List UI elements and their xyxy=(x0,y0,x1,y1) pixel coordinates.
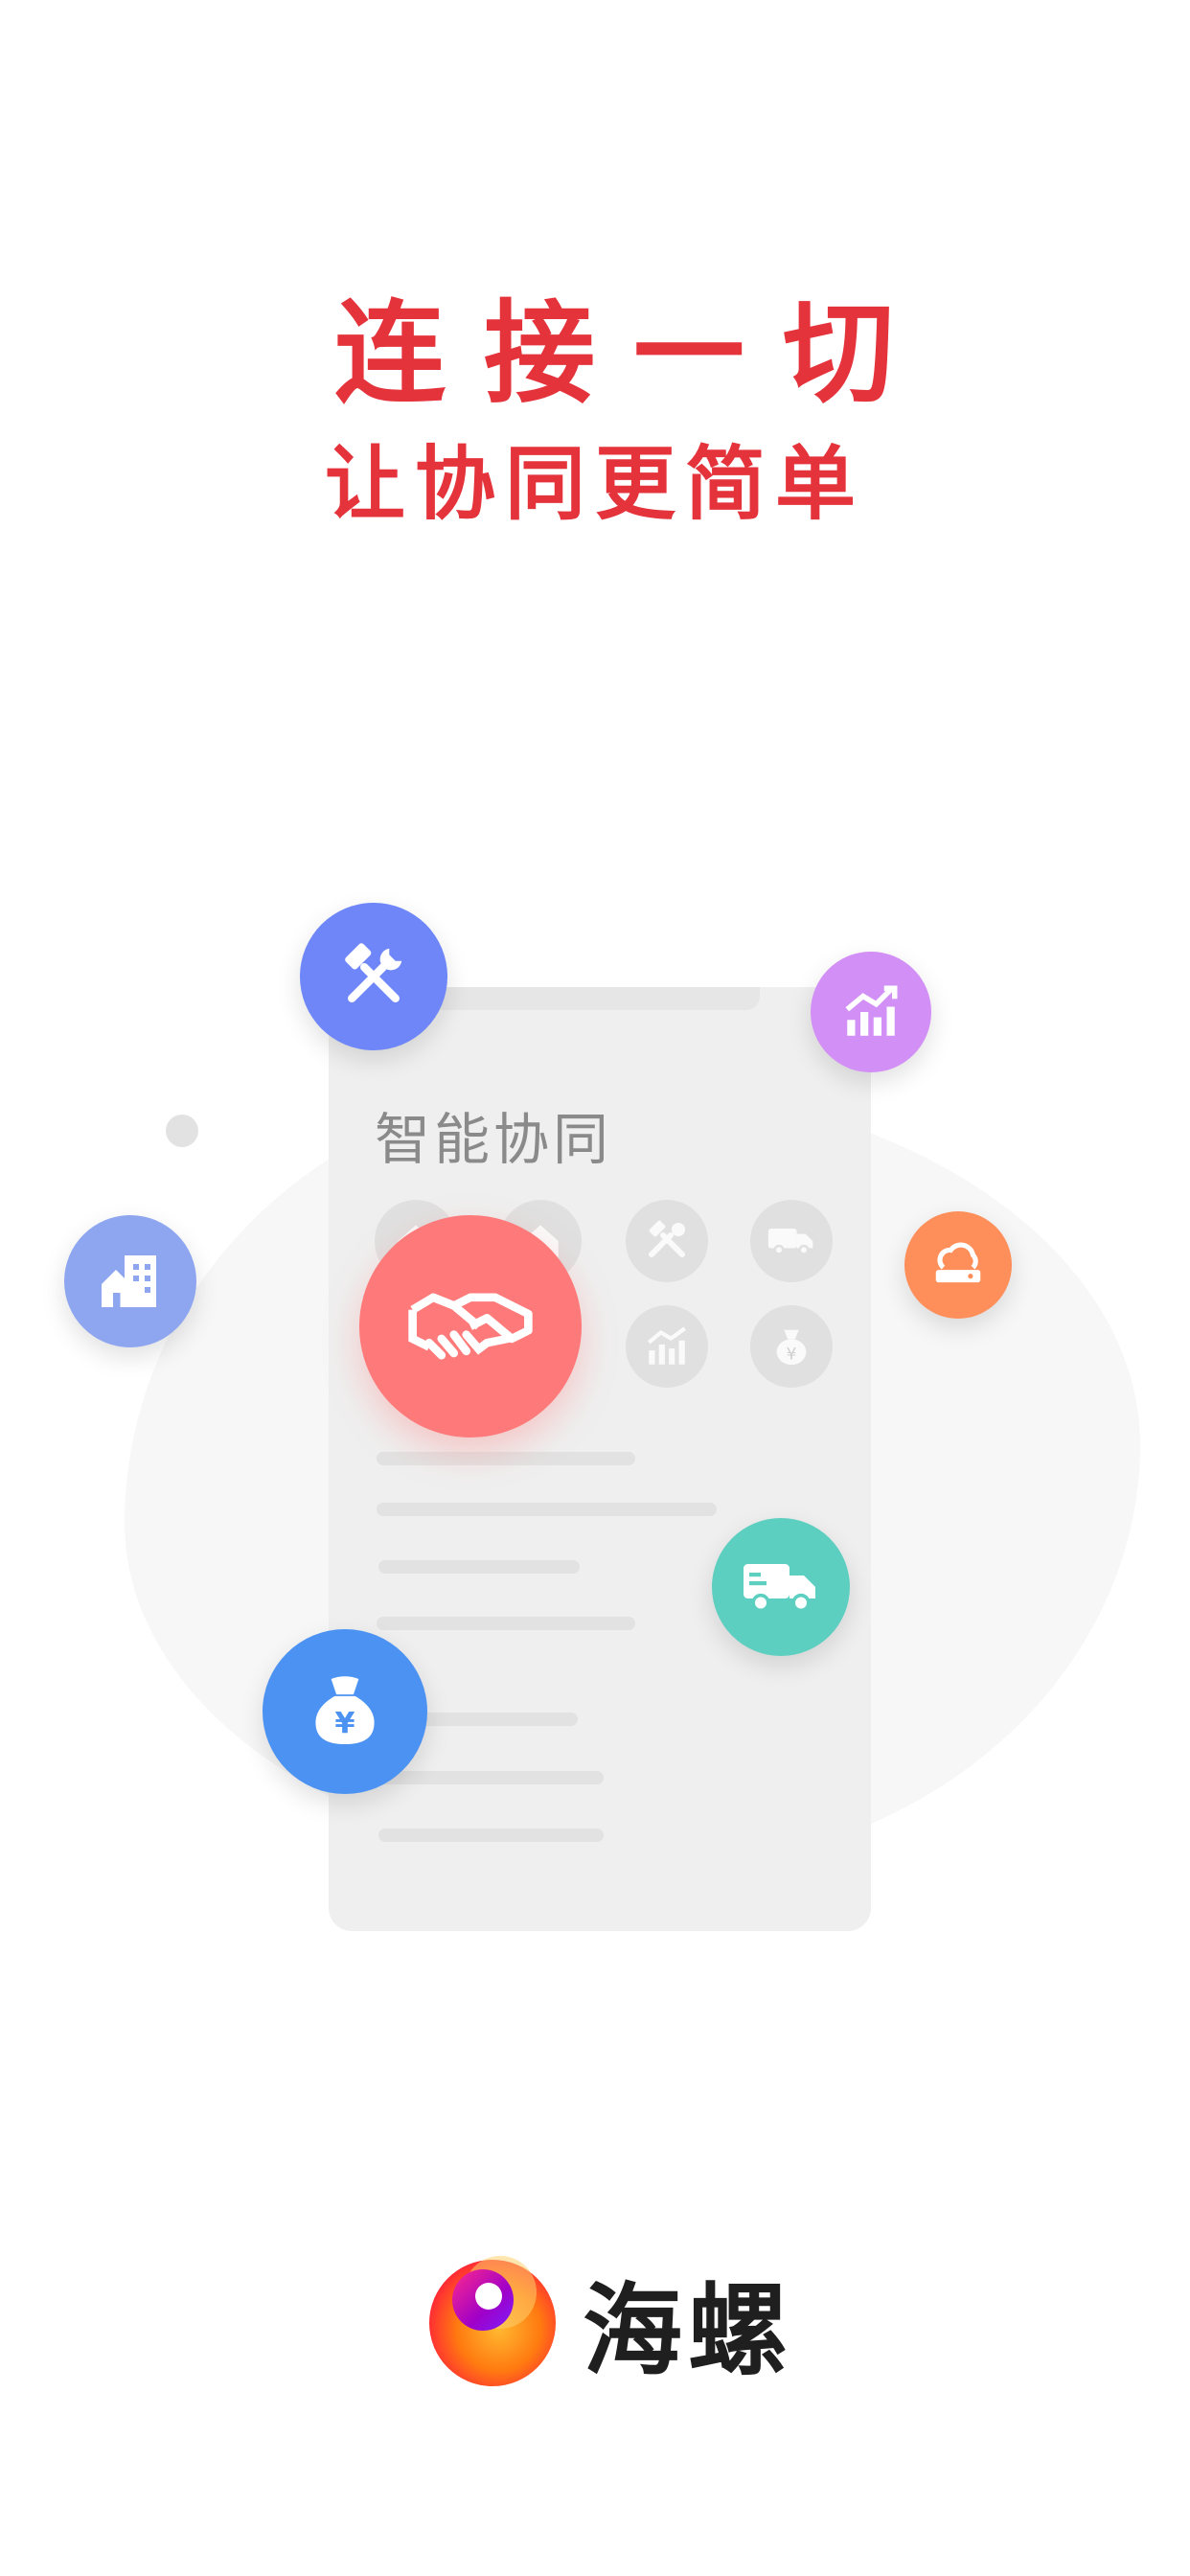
brand-logo-icon xyxy=(429,2256,556,2386)
placeholder-line xyxy=(378,1771,604,1784)
headline-line-2: 让协同更简单 xyxy=(324,437,865,531)
decorative-dot xyxy=(166,1115,198,1147)
money-bag-icon: ¥ xyxy=(315,1676,375,1745)
grid-money-bag-icon: ¥ xyxy=(750,1305,833,1388)
placeholder-line xyxy=(377,1503,717,1516)
money-bag-bubble: ¥ xyxy=(263,1629,427,1794)
svg-text:¥: ¥ xyxy=(787,1345,797,1364)
chart-icon xyxy=(845,985,898,1036)
tools-icon xyxy=(345,943,402,1002)
cloud-server-bubble xyxy=(904,1211,1012,1319)
placeholder-line xyxy=(377,1452,635,1465)
building-icon xyxy=(102,1255,156,1307)
placeholder-line xyxy=(377,1617,635,1630)
placeholder-line xyxy=(378,1828,604,1842)
grid-truck-icon xyxy=(750,1200,833,1282)
handshake-bubble xyxy=(359,1215,582,1438)
grid-chart-icon xyxy=(626,1305,708,1388)
brand-lockup: 海螺 xyxy=(423,2254,793,2389)
phone-card: 智能协同 ¥ xyxy=(329,987,871,1931)
cloud-server-icon xyxy=(935,1242,981,1283)
brand-name: 海螺 xyxy=(583,2271,794,2389)
svg-text:¥: ¥ xyxy=(334,1707,355,1740)
grid-tools-icon xyxy=(626,1200,708,1282)
headline-line-1: 连接一切 xyxy=(334,289,932,419)
card-top-bar xyxy=(424,987,760,1010)
placeholder-line xyxy=(378,1560,580,1574)
truck-icon xyxy=(744,1564,815,1613)
handshake-icon xyxy=(408,1293,533,1360)
tools-bubble xyxy=(300,903,447,1050)
truck-bubble xyxy=(712,1518,850,1656)
building-bubble xyxy=(64,1215,196,1347)
card-title: 智能协同 xyxy=(375,1107,613,1172)
chart-bubble xyxy=(811,952,931,1072)
